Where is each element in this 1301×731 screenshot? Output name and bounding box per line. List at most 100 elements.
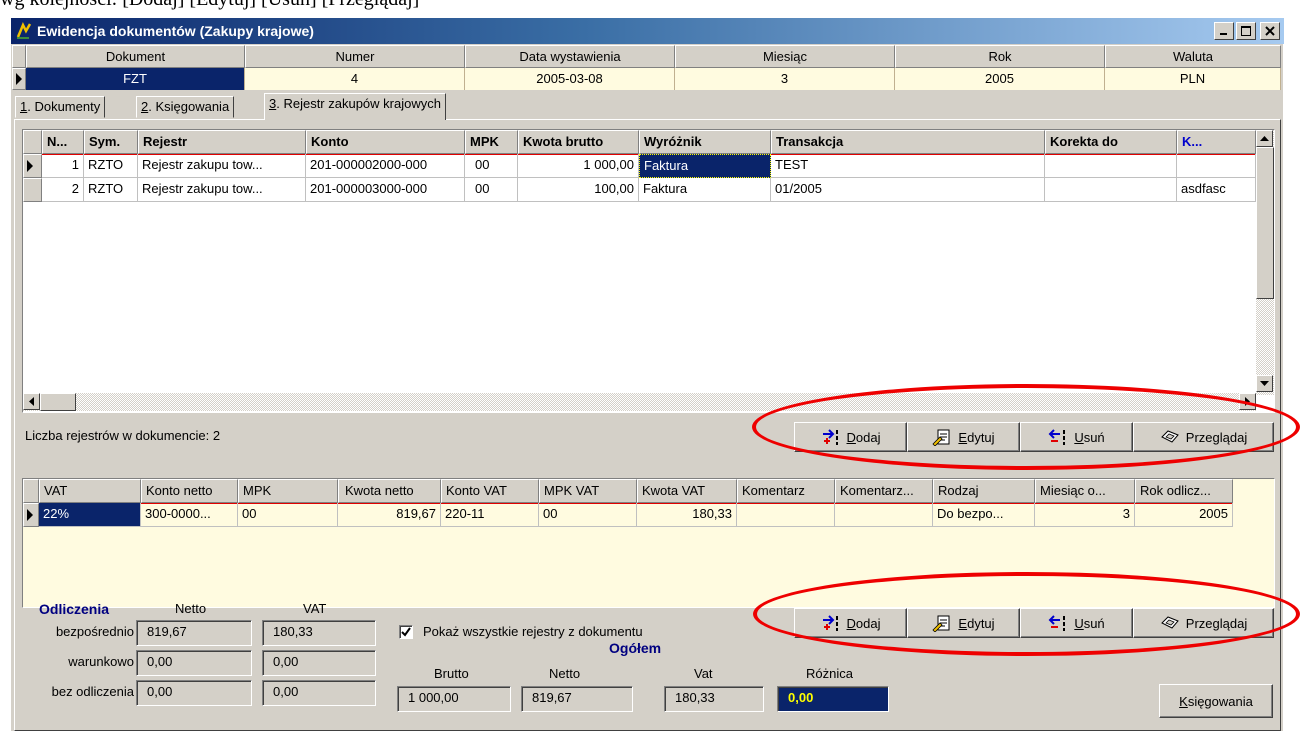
reg-row-1-k[interactable] — [1177, 154, 1256, 178]
reg-row-2-nr[interactable]: 2 — [42, 178, 84, 202]
reg-row-2-mpk[interactable]: 00 — [465, 178, 518, 202]
reg-col-rejestr[interactable]: Rejestr — [138, 130, 306, 154]
vat-row-mpk-vat[interactable]: 00 — [539, 503, 637, 527]
reg-row-1-kwota[interactable]: 1 000,00 — [518, 154, 639, 178]
tab-ksiegowania-label: . Księgowania — [148, 99, 230, 114]
totals-brutto-label: Brutto — [434, 666, 469, 681]
col-header-numer: Numer — [245, 45, 465, 68]
totals-netto: 819,67 — [521, 686, 633, 712]
reg-col-wyroznik[interactable]: Wyróżnik — [639, 130, 771, 154]
reg-row-2-korekta[interactable] — [1045, 178, 1177, 202]
reg-col-transakcja[interactable]: Transakcja — [771, 130, 1045, 154]
vat-row-kwota-netto[interactable]: 819,67 — [338, 503, 441, 527]
deduction-netto-none: 0,00 — [136, 680, 252, 706]
cell-numer[interactable]: 4 — [245, 68, 465, 90]
reg-row-2-konto[interactable]: 201-000003000-000 — [306, 178, 465, 202]
hscroll-thumb[interactable] — [40, 393, 76, 411]
reg-col-kwota-brutto[interactable]: Kwota brutto — [518, 130, 639, 154]
reg-row-2-wyroznik[interactable]: Faktura — [639, 178, 771, 202]
vat-row-rok[interactable]: 2005 — [1135, 503, 1233, 527]
deduction-vat-conditional: 0,00 — [262, 650, 376, 676]
reg-col-sym[interactable]: Sym. — [84, 130, 138, 154]
vat-row-mpk[interactable]: 00 — [238, 503, 338, 527]
minimize-button[interactable] — [1214, 22, 1234, 40]
reg-row-2-rejestr[interactable]: Rejestr zakupu tow... — [138, 178, 306, 202]
reg-row-1-rejestr[interactable]: Rejestr zakupu tow... — [138, 154, 306, 178]
vat-row-konto-vat[interactable]: 220-11 — [441, 503, 539, 527]
vat-col-komentarz-2[interactable]: Komentarz... — [835, 479, 933, 503]
tab-ksiegowania[interactable]: 2. Księgowania — [136, 96, 235, 118]
maximize-button[interactable] — [1236, 22, 1256, 40]
vat-col-kwota-vat[interactable]: Kwota VAT — [637, 479, 737, 503]
scroll-down-button[interactable] — [1256, 375, 1273, 392]
scroll-left-button[interactable] — [23, 393, 40, 410]
vat-col-konto-netto[interactable]: Konto netto — [141, 479, 238, 503]
close-button[interactable] — [1260, 22, 1280, 40]
vat-col-rok[interactable]: Rok odlicz... — [1135, 479, 1233, 503]
reg-row-2-k[interactable]: asdfasc — [1177, 178, 1256, 202]
vat-col-konto-vat[interactable]: Konto VAT — [441, 479, 539, 503]
vscroll-thumb[interactable] — [1256, 147, 1274, 299]
vat-row-rodzaj[interactable]: Do bezpo... — [933, 503, 1035, 527]
deduction-label-none: bez odliczenia — [51, 684, 134, 699]
reg-row-1-mpk[interactable]: 00 — [465, 154, 518, 178]
vat-row-komentarz-2[interactable] — [835, 503, 933, 527]
title-bar[interactable]: Ewidencja dokumentów (Zakupy krajowe) — [11, 18, 1284, 44]
reg-row-1-indicator — [23, 154, 42, 178]
row-indicator — [12, 68, 26, 90]
totals-diff: 0,00 — [777, 686, 889, 712]
postings-label: Księgowania — [1179, 693, 1253, 709]
vat-col-kwota-netto[interactable]: Kwota netto — [338, 479, 441, 503]
row-pointer-icon — [27, 509, 33, 521]
deduction-netto-conditional: 0,00 — [136, 650, 252, 676]
vat-col-miesiac[interactable]: Miesiąc o... — [1035, 479, 1135, 503]
cell-waluta[interactable]: PLN — [1105, 68, 1281, 90]
checkmark-icon — [401, 627, 411, 637]
reg-col-k[interactable]: K... — [1177, 130, 1256, 154]
reg-row-2-transakcja[interactable]: 01/2005 — [771, 178, 1045, 202]
app-icon — [16, 22, 32, 39]
vat-col-rodzaj[interactable]: Rodzaj — [933, 479, 1035, 503]
reg-row-1-konto[interactable]: 201-000002000-000 — [306, 154, 465, 178]
reg-row-1-korekta[interactable] — [1045, 154, 1177, 178]
registers-header-corner — [23, 130, 42, 154]
totals-brutto: 1 000,00 — [397, 686, 511, 712]
vat-row-kwota-vat[interactable]: 180,33 — [637, 503, 737, 527]
tab-rejestr-label: . Rejestr zakupów krajowych — [276, 96, 441, 111]
reg-row-2-kwota[interactable]: 100,00 — [518, 178, 639, 202]
reg-row-1-nr[interactable]: 1 — [42, 154, 84, 178]
show-all-checkbox[interactable] — [399, 625, 413, 639]
reg-row-2-sym[interactable]: RZTO — [84, 178, 138, 202]
header-indicator-corner — [12, 45, 26, 68]
vat-row-vat[interactable]: 22% — [39, 503, 141, 527]
reg-col-korekta[interactable]: Korekta do — [1045, 130, 1177, 154]
cell-dokument[interactable]: FZT — [26, 68, 245, 90]
vat-col-komentarz[interactable]: Komentarz — [737, 479, 835, 503]
tab-dokumenty[interactable]: 1. Dokumenty — [15, 96, 106, 118]
vat-row-miesiac[interactable]: 3 — [1035, 503, 1135, 527]
vat-col-mpk[interactable]: MPK — [238, 479, 338, 503]
cell-data[interactable]: 2005-03-08 — [465, 68, 675, 90]
vat-row-komentarz[interactable] — [737, 503, 835, 527]
caption-text: wg kolejności: [Dodaj] [Edytuj] [Usuń] [… — [0, 0, 419, 11]
totals-netto-label: Netto — [549, 666, 581, 681]
cell-rok[interactable]: 2005 — [895, 68, 1105, 90]
reg-row-1-transakcja[interactable]: TEST — [771, 154, 1045, 178]
reg-col-mpk[interactable]: MPK — [465, 130, 518, 154]
reg-row-1-sym[interactable]: RZTO — [84, 154, 138, 178]
col-header-data: Data wystawienia — [465, 45, 675, 68]
tab-rejestr-zakupow[interactable]: 3. Rejestr zakupów krajowych — [264, 93, 446, 120]
reg-col-nr[interactable]: N... — [42, 130, 84, 154]
scroll-up-button[interactable] — [1256, 130, 1273, 147]
close-icon — [1265, 26, 1275, 36]
reg-col-konto[interactable]: Konto — [306, 130, 465, 154]
vat-row-konto-netto[interactable]: 300-0000... — [141, 503, 238, 527]
show-all-label[interactable]: Pokaż wszystkie rejestry z dokumentu — [423, 624, 643, 639]
reg-row-1-wyroznik[interactable]: Faktura — [639, 154, 771, 178]
vat-col-mpk-vat[interactable]: MPK VAT — [539, 479, 637, 503]
vat-col-vat[interactable]: VAT — [39, 479, 141, 503]
postings-button[interactable]: Księgowania — [1159, 684, 1273, 718]
deductions-title: Odliczenia — [39, 601, 110, 617]
cell-miesiac[interactable]: 3 — [675, 68, 895, 90]
deduction-netto-direct: 819,67 — [136, 620, 252, 646]
